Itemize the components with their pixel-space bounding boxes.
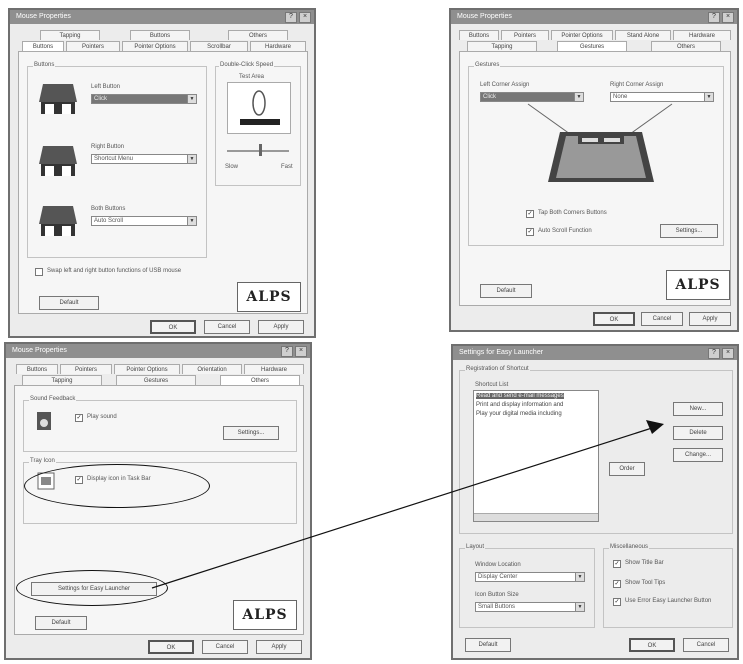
annotation-arrow <box>151 420 664 589</box>
